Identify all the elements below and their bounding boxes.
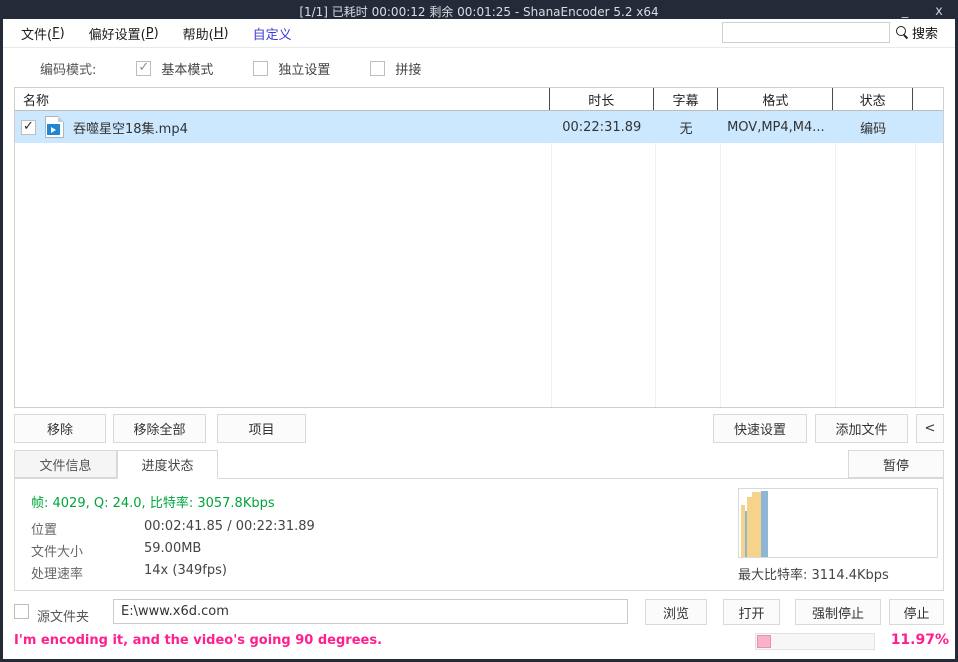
project-button[interactable]: 项目 (217, 414, 306, 443)
pause-button[interactable]: 暂停 (848, 450, 944, 478)
max-bitrate-label: 最大比特率: 3114.4Kbps (738, 564, 889, 583)
browse-button[interactable]: 浏览 (645, 599, 707, 625)
source-folder-checkbox[interactable] (14, 604, 29, 619)
speed-label: 处理速率 (31, 563, 83, 582)
minimize-button[interactable]: _ (896, 4, 914, 19)
tab-progress-status[interactable]: 进度状态 (117, 450, 218, 479)
menu-file[interactable]: 文件(F) (9, 19, 77, 47)
row-checkbox[interactable] (21, 120, 36, 135)
close-button[interactable]: x (930, 4, 948, 19)
column-header-name[interactable]: 名称 (15, 88, 550, 110)
stop-button[interactable]: 停止 (889, 599, 944, 625)
output-path-input[interactable] (113, 599, 628, 624)
window-title: [1/1] 已耗时 00:00:12 剩余 00:01:25 - ShanaEn… (299, 3, 658, 20)
encode-mode-toolbar: 编码模式: 基本模式 独立设置 拼接 (3, 48, 955, 88)
file-size-value: 59.00MB (144, 541, 201, 556)
encode-mode-label: 编码模式: (40, 59, 96, 78)
file-status: 编码 (833, 111, 913, 143)
file-format: MOV,MP4,M4... (719, 111, 834, 143)
file-duration: 00:22:31.89 (550, 111, 654, 143)
progress-panel: 帧: 4029, Q: 24.0, 比特率: 3057.8Kbps 位置 00:… (14, 478, 944, 591)
search-button-label: 搜索 (912, 23, 938, 42)
column-header-duration[interactable]: 时长 (550, 88, 654, 110)
collapse-panel-button[interactable]: < (916, 414, 944, 443)
add-file-button[interactable]: 添加文件 (815, 414, 908, 443)
quick-settings-button[interactable]: 快速设置 (713, 414, 807, 443)
position-label: 位置 (31, 519, 57, 538)
search-icon (896, 26, 909, 39)
independent-settings-label: 独立设置 (278, 59, 330, 78)
status-percent: 11.97% (887, 632, 949, 648)
checkbox-basic-mode[interactable]: 基本模式 (136, 59, 213, 78)
search-button[interactable]: 搜索 (896, 23, 938, 42)
column-header-format[interactable]: 格式 (718, 88, 833, 110)
open-button[interactable]: 打开 (723, 599, 780, 625)
table-header: 名称 时长 字幕 格式 状态 (15, 88, 943, 111)
search-input[interactable] (722, 22, 890, 43)
menu-bar: 文件(F) 偏好设置(P) 帮助(H) 自定义 搜索 (3, 19, 955, 48)
basic-mode-checkbox[interactable] (136, 61, 151, 76)
status-progress-bar (755, 633, 875, 650)
video-file-icon (45, 116, 64, 138)
concat-checkbox[interactable] (370, 61, 385, 76)
position-value: 00:02:41.85 / 00:22:31.89 (144, 519, 315, 534)
source-folder-label: 源文件夹 (37, 606, 89, 625)
bitrate-chart (738, 488, 938, 558)
speed-value: 14x (349fps) (144, 563, 227, 578)
menu-custom[interactable]: 自定义 (241, 19, 304, 47)
menu-preferences[interactable]: 偏好设置(P) (77, 19, 171, 47)
concat-label: 拼接 (395, 59, 421, 78)
file-name: 吞噬星空18集.mp4 (73, 118, 188, 137)
column-header-status[interactable]: 状态 (833, 88, 913, 110)
checkbox-independent-settings[interactable]: 独立设置 (253, 59, 330, 78)
menu-help[interactable]: 帮助(H) (171, 19, 241, 47)
remove-button[interactable]: 移除 (14, 414, 106, 443)
column-header-subtitle[interactable]: 字幕 (654, 88, 719, 110)
status-progress-fill (757, 635, 771, 648)
independent-settings-checkbox[interactable] (253, 61, 268, 76)
file-subtitle: 无 (654, 111, 719, 143)
file-table: 名称 时长 字幕 格式 状态 吞噬星空18集.mp4 00:22:31.89 无… (14, 87, 944, 408)
status-message: I'm encoding it, and the video's going 9… (14, 633, 382, 648)
remove-all-button[interactable]: 移除全部 (113, 414, 206, 443)
app-window: [1/1] 已耗时 00:00:12 剩余 00:01:25 - ShanaEn… (0, 0, 958, 662)
basic-mode-label: 基本模式 (161, 59, 213, 78)
column-header-filler (913, 88, 943, 110)
checkbox-concat[interactable]: 拼接 (370, 59, 421, 78)
file-size-label: 文件大小 (31, 541, 83, 560)
encode-stats-line: 帧: 4029, Q: 24.0, 比特率: 3057.8Kbps (31, 492, 275, 511)
table-row[interactable]: 吞噬星空18集.mp4 00:22:31.89 无 MOV,MP4,M4... … (15, 111, 943, 143)
force-stop-button[interactable]: 强制停止 (795, 599, 881, 625)
tab-file-info[interactable]: 文件信息 (14, 450, 117, 478)
